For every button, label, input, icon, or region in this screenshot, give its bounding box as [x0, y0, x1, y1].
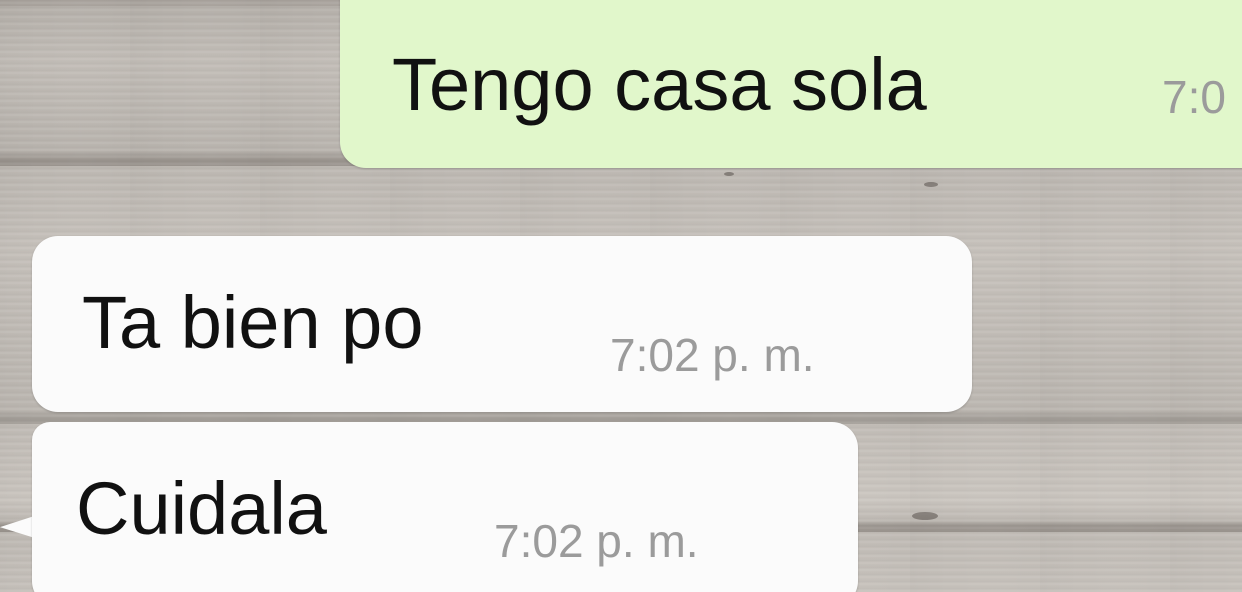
message-text: Ta bien po [82, 281, 424, 364]
wallpaper-knot [924, 182, 938, 187]
wallpaper-knot [912, 512, 938, 520]
message-timestamp: 7:0 [1162, 71, 1226, 123]
message-text: Tengo casa sola [392, 43, 927, 126]
message-text: Cuidala [76, 467, 327, 550]
incoming-message-bubble[interactable]: Ta bien po 7:02 p. m. [32, 236, 972, 412]
wallpaper-knot [724, 172, 734, 176]
message-timestamp: 7:02 p. m. [494, 515, 699, 567]
incoming-message-bubble[interactable]: Cuidala 7:02 p. m. [32, 422, 858, 592]
message-timestamp: 7:02 p. m. [610, 329, 815, 381]
outgoing-message-bubble[interactable]: Tengo casa sola 7:0 [340, 0, 1242, 168]
